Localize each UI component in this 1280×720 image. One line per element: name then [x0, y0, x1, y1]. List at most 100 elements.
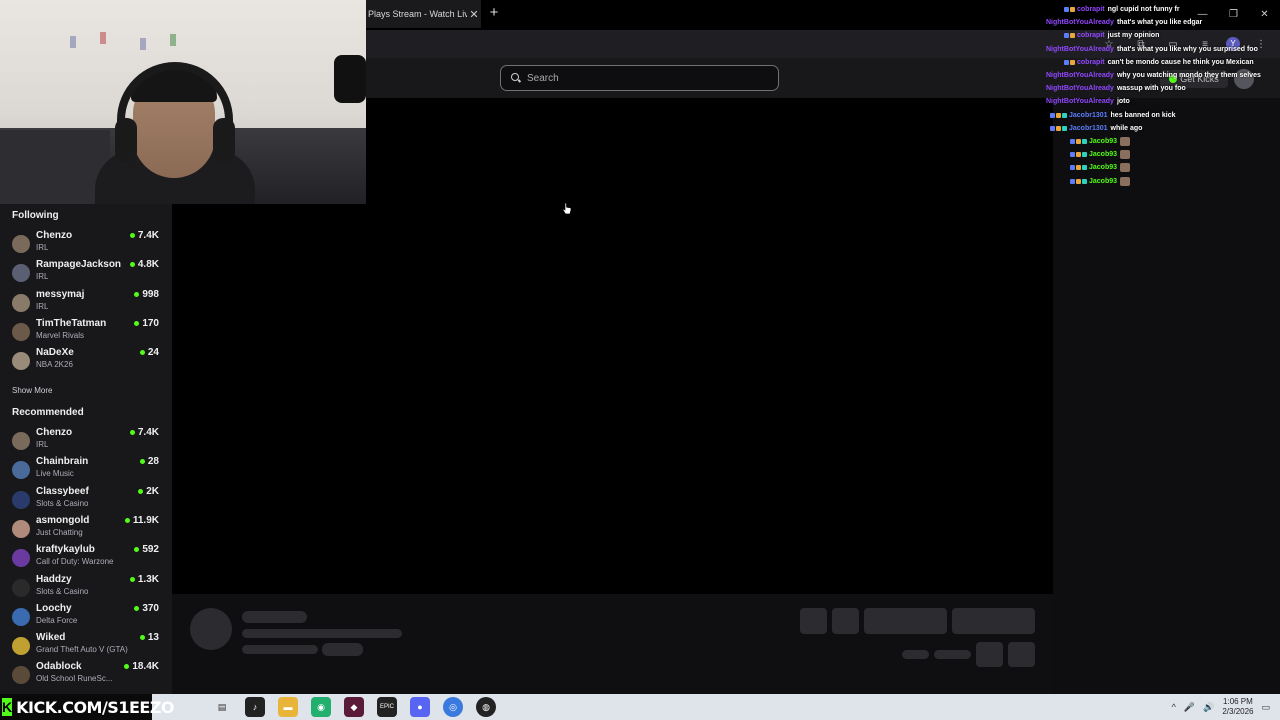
live-dot-icon: [129, 430, 135, 435]
viewer-count: 998: [134, 289, 159, 300]
stream-tag-skeleton: [322, 643, 363, 656]
channel-name: NaDeXe: [36, 347, 74, 359]
live-dot-icon: [129, 233, 135, 238]
notifications-icon[interactable]: ▭: [1261, 702, 1270, 713]
sidebar-channel-wiked[interactable]: Wiked Grand Theft Auto V (GTA) 13: [0, 631, 172, 660]
chat-username[interactable]: cobrapit: [1077, 59, 1105, 66]
chat-username[interactable]: NightBotYouAlready: [1046, 85, 1114, 92]
viewer-count: 4.8K: [129, 259, 159, 270]
live-dot-icon: [134, 291, 140, 297]
search-icon: [511, 73, 521, 83]
chat-username[interactable]: Jacob93: [1089, 164, 1117, 171]
chat-username[interactable]: Jacobr1301: [1069, 112, 1108, 119]
sidebar-channel-classybeef[interactable]: Classybeef Slots & Casino 2K: [0, 485, 172, 514]
epic-games-icon[interactable]: EPIC: [377, 697, 397, 717]
stream-info-skeleton: [172, 594, 1053, 694]
chat-username[interactable]: Jacobr1301: [1069, 125, 1108, 132]
sidebar-channel-haddzy[interactable]: Haddzy Slots & Casino 1.3K: [0, 573, 172, 602]
viewer-count: 24: [139, 347, 159, 358]
sidebar-channel-timthetatman[interactable]: TimTheTatman Marvel Rivals 170: [0, 317, 172, 346]
channel-name: RampageJackson: [36, 259, 122, 271]
channel-category: IRL: [36, 272, 49, 282]
channel-name: Chenzo: [36, 427, 73, 438]
channel-avatar: [12, 637, 30, 656]
chat-username[interactable]: NightBotYouAlready: [1046, 19, 1114, 26]
obs-icon[interactable]: ◍: [476, 697, 496, 717]
sidebar-channel-rampagejackson[interactable]: RampageJackson IRL 4.8K: [0, 258, 172, 287]
viewer-count: 7.4K: [129, 427, 159, 438]
app-green-icon[interactable]: ◉: [311, 697, 331, 717]
sidebar-channel-nadexe[interactable]: NaDeXe NBA 2K26 24: [0, 346, 172, 375]
show-more-link[interactable]: Show More: [12, 386, 52, 395]
sidebar-channel-chenzo[interactable]: Chenzo IRL 7.4K: [0, 426, 172, 455]
browser-tab-active[interactable]: Plays Stream - Watch Live ✕: [366, 0, 481, 28]
viewer-count: 11.9K: [124, 515, 159, 526]
chat-username[interactable]: cobrapit: [1077, 32, 1105, 39]
task-view-icon[interactable]: ▤: [212, 697, 232, 717]
chat-username[interactable]: NightBotYouAlready: [1046, 72, 1114, 79]
channel-avatar: [12, 293, 30, 312]
clock[interactable]: 1:06 PM 2/3/2026: [1222, 697, 1253, 717]
chat-text: why you watching mondo they them selves: [1116, 72, 1261, 80]
sidebar-channel-loochy[interactable]: Loochy Delta Force 370: [0, 602, 172, 631]
viewer-count: 170: [134, 318, 159, 329]
more-button-skeleton: [1008, 642, 1035, 667]
user-badges: [1070, 152, 1087, 158]
sidebar-channel-chainbrain[interactable]: Chainbrain Live Music 28: [0, 455, 172, 484]
channel-name: Chenzo: [36, 230, 73, 241]
search-box[interactable]: [500, 65, 779, 91]
chat-username[interactable]: cobrapit: [1077, 6, 1105, 13]
chat-message: cobrapit ngl cupid not funny fr: [1040, 3, 1280, 16]
stream-title-skeleton: [242, 629, 402, 638]
volume-icon[interactable]: 🔊: [1203, 702, 1214, 713]
live-dot-icon: [129, 576, 135, 582]
channel-name: asmongold: [36, 514, 90, 526]
chat-username[interactable]: Jacob93: [1089, 151, 1117, 158]
viewer-count-value: 28: [147, 456, 159, 468]
chat-username[interactable]: NightBotYouAlready: [1046, 46, 1114, 53]
viewer-count-value: 13: [147, 632, 159, 644]
chat-text: that's what you like edgar: [1116, 19, 1203, 27]
chat-text: that's what you like why you surprised f…: [1116, 45, 1258, 53]
search-input[interactable]: [527, 72, 747, 84]
user-badges: [1070, 138, 1087, 144]
chat-text: just my opinion: [1107, 32, 1160, 40]
viewer-count-value: 7.4K: [137, 427, 159, 438]
sidebar-channel-odablock[interactable]: Odablock Old School RuneSc... 18.4K: [0, 660, 172, 689]
channel-avatar: [12, 432, 30, 450]
chat-text: can't be mondo cause he think you Mexica…: [1107, 58, 1254, 66]
channel-avatar: [12, 666, 30, 685]
channel-name: Loochy: [36, 602, 72, 614]
channel-category: Slots & Casino: [36, 498, 89, 508]
discord-icon[interactable]: ●: [410, 697, 430, 717]
chat-message: Jacob93: [1040, 135, 1280, 148]
sidebar-channel-asmongold[interactable]: asmongold Just Chatting 11.9K: [0, 514, 172, 543]
chat-username[interactable]: NightBotYouAlready: [1046, 98, 1114, 105]
microphone-icon[interactable]: 🎤: [1184, 702, 1195, 713]
sidebar-channel-chenzo[interactable]: Chenzo IRL 7.4K: [0, 229, 172, 258]
chat-username[interactable]: Jacob93: [1089, 138, 1117, 145]
itunes-icon[interactable]: ♪: [245, 697, 265, 717]
channel-name: Chainbrain: [36, 456, 89, 468]
app-purple-icon[interactable]: ◆: [344, 697, 364, 717]
live-dot-icon: [129, 262, 135, 268]
tab-close-icon[interactable]: ✕: [467, 8, 481, 21]
channel-category: Slots & Casino: [36, 586, 89, 596]
new-tab-button[interactable]: +: [486, 5, 502, 21]
tray-expand-icon[interactable]: ^: [1172, 702, 1176, 712]
chrome-icon[interactable]: ◎: [443, 697, 463, 717]
sidebar-channel-kraftykaylub[interactable]: kraftykaylub Call of Duty: Warzone 592: [0, 543, 172, 572]
live-dot-icon: [138, 488, 144, 494]
file-explorer-icon[interactable]: ▬: [278, 697, 298, 717]
viewer-count-value: 2K: [146, 485, 159, 497]
chat-text: ngl cupid not funny fr: [1107, 6, 1180, 14]
sidebar-channel-messymaj[interactable]: messymaj IRL 998: [0, 288, 172, 317]
channel-avatar: [12, 352, 30, 371]
live-dot-icon: [139, 459, 145, 465]
chat-message: Jacobr1301 hes banned on kick: [1040, 109, 1280, 122]
chat-message: cobrapit just my opinion: [1040, 29, 1280, 42]
share-button-skeleton: [976, 642, 1003, 667]
clock-time: 1:06 PM: [1223, 697, 1253, 706]
chat-username[interactable]: Jacob93: [1089, 178, 1117, 185]
chat-message: NightBotYouAlready that's what you like w…: [1040, 43, 1280, 56]
